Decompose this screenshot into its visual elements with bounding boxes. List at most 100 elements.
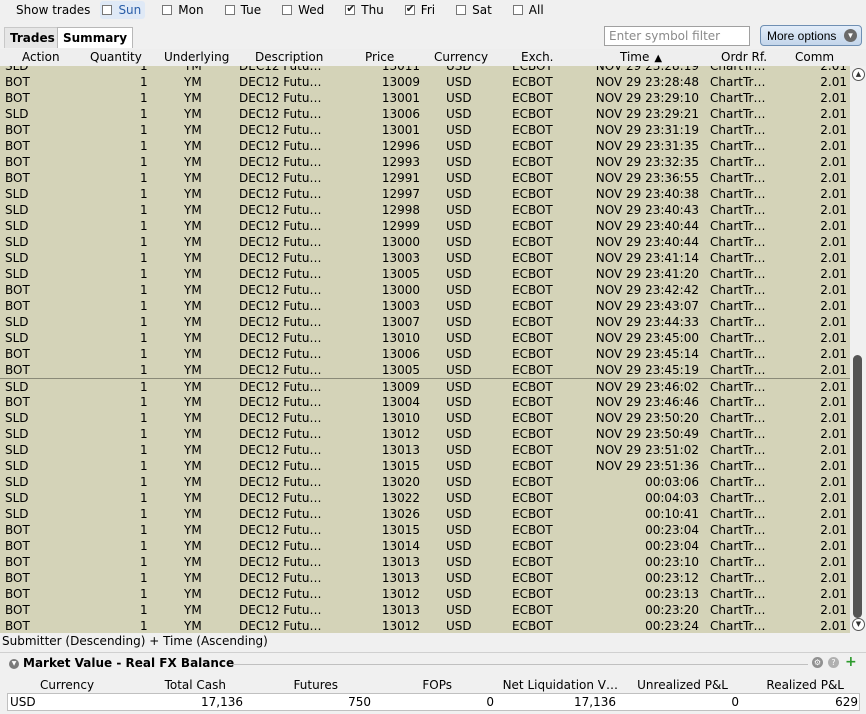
settings-icon[interactable]: ⚙ — [812, 657, 823, 668]
day-filter-fri[interactable]: Fri — [403, 1, 439, 19]
cell-quantity: 1 — [140, 363, 148, 377]
cell-time: NOV 29 23:31:35 — [595, 139, 699, 153]
cell-commission: 2.01 — [820, 267, 847, 281]
table-row[interactable]: SLD 1 YM DEC12 Futu… 12999 USD ECBOT NOV 29 23:… — [0, 218, 850, 234]
column-header-price[interactable]: Price — [365, 50, 394, 64]
cell-commission: 2.01 — [820, 491, 847, 505]
table-row[interactable]: SLD 1 YM DEC12 Futu… 13022 USD ECBOT 00:04:03 Ch… — [0, 490, 850, 506]
help-icon[interactable]: ? — [828, 657, 839, 668]
day-filter-sat[interactable]: Sat — [454, 1, 496, 19]
table-row[interactable]: SLD 1 YM DEC12 Futu… 13007 USD ECBOT NOV 29 23:… — [0, 314, 850, 330]
checkbox-tue[interactable] — [224, 5, 235, 15]
column-header-ordr-rf[interactable]: Ordr Rf. — [721, 50, 767, 64]
column-header-currency[interactable]: Currency — [434, 50, 488, 64]
cell-action: BOT — [5, 155, 30, 169]
table-row[interactable]: BOT 1 YM DEC12 Futu… 13006 USD ECBOT NOV 29 23:… — [0, 346, 850, 362]
more-options-button[interactable]: More options ▼ — [760, 25, 862, 46]
table-row[interactable]: SLD 1 YM DEC12 Futu… 13005 USD ECBOT NOV 29 23:… — [0, 266, 850, 282]
column-header-description[interactable]: Description — [255, 50, 323, 64]
cell-exchange: ECBOT — [512, 571, 553, 585]
mv-column-header[interactable]: FOPs — [422, 678, 452, 692]
table-row[interactable]: SLD 1 YM DEC12 Futu… 13011 USD ECBOT NOV 29 23:… — [0, 66, 850, 74]
table-row[interactable]: SLD 1 YM DEC12 Futu… 13000 USD ECBOT NOV 29 23:… — [0, 234, 850, 250]
cell-price: 13010 — [381, 411, 420, 425]
table-row[interactable]: BOT 1 YM DEC12 Futu… 13012 USD ECBOT 00:23:13 Ch… — [0, 586, 850, 602]
mv-column-header[interactable]: Currency — [40, 678, 94, 692]
cell-exchange: ECBOT — [512, 331, 553, 345]
scroll-thumb[interactable] — [853, 355, 862, 618]
table-row[interactable]: SLD 1 YM DEC12 Futu… 13003 USD ECBOT NOV 29 23:… — [0, 250, 850, 266]
table-row[interactable]: BOT 1 YM DEC12 Futu… 13012 USD ECBOT 00:23:24 Ch… — [0, 618, 850, 633]
market-value-row[interactable]: USD 17,136 750 0 17,136 0 629 — [7, 693, 860, 711]
cell-quantity: 1 — [140, 315, 148, 329]
table-row[interactable]: BOT 1 YM DEC12 Futu… 13015 USD ECBOT 00:23:04 Ch… — [0, 522, 850, 538]
table-row[interactable]: BOT 1 YM DEC12 Futu… 13005 USD ECBOT NOV 29 23:… — [0, 362, 850, 378]
checkbox-wed[interactable] — [282, 5, 293, 15]
mv-cell: 629 — [835, 695, 858, 709]
checkbox-sat[interactable] — [456, 5, 467, 15]
mv-column-header[interactable]: Total Cash — [165, 678, 226, 692]
collapse-icon[interactable]: ▼ — [9, 659, 19, 669]
table-row[interactable]: BOT 1 YM DEC12 Futu… 13003 USD ECBOT NOV 29 23:… — [0, 298, 850, 314]
cell-underlying: YM — [184, 587, 202, 601]
table-row[interactable]: SLD 1 YM DEC12 Futu… 12998 USD ECBOT NOV 29 23:… — [0, 202, 850, 218]
column-header-underlying[interactable]: Underlying — [164, 50, 229, 64]
table-row[interactable]: SLD 1 YM DEC12 Futu… 13009 USD ECBOT NOV 29 23:… — [0, 378, 850, 394]
scroll-down-icon[interactable]: ▼ — [852, 618, 865, 631]
day-filter-thu[interactable]: Thu — [343, 1, 388, 19]
column-header-action[interactable]: Action — [22, 50, 60, 64]
table-row[interactable]: BOT 1 YM DEC12 Futu… 13014 USD ECBOT 00:23:04 Ch… — [0, 538, 850, 554]
trades-grid: SLD 1 YM DEC12 Futu… 13011 USD ECBOT NOV 29 23:… — [0, 66, 850, 633]
column-header-exch[interactable]: Exch. — [521, 50, 554, 64]
table-row[interactable]: BOT 1 YM DEC12 Futu… 13001 USD ECBOT NOV 29 23:… — [0, 122, 850, 138]
scroll-up-icon[interactable]: ▲ — [852, 68, 865, 81]
table-row[interactable]: BOT 1 YM DEC12 Futu… 13013 USD ECBOT 00:23:20 Ch… — [0, 602, 850, 618]
mv-column-header[interactable]: Futures — [294, 678, 338, 692]
cell-price: 13005 — [381, 267, 420, 281]
day-filter-wed[interactable]: Wed — [280, 1, 328, 19]
day-filter-mon[interactable]: Mon — [160, 1, 207, 19]
mv-column-header[interactable]: Unrealized P&L — [637, 678, 728, 692]
checkbox-thu[interactable] — [345, 2, 355, 15]
table-row[interactable]: BOT 1 YM DEC12 Futu… 13013 USD ECBOT 00:23:10 Ch… — [0, 554, 850, 570]
table-row[interactable]: SLD 1 YM DEC12 Futu… 13010 USD ECBOT NOV 29 23:… — [0, 410, 850, 426]
table-row[interactable]: BOT 1 YM DEC12 Futu… 13001 USD ECBOT NOV 29 23:… — [0, 90, 850, 106]
column-header-quantity[interactable]: Quantity — [90, 50, 142, 64]
table-row[interactable]: BOT 1 YM DEC12 Futu… 12991 USD ECBOT NOV 29 23:… — [0, 170, 850, 186]
day-filter-sun[interactable]: Sun — [100, 1, 146, 19]
table-row[interactable]: BOT 1 YM DEC12 Futu… 13009 USD ECBOT NOV 29 23:… — [0, 74, 850, 90]
table-row[interactable]: SLD 1 YM DEC12 Futu… 13010 USD ECBOT NOV 29 23:… — [0, 330, 850, 346]
cell-time: NOV 29 23:51:36 — [595, 459, 699, 473]
table-row[interactable]: SLD 1 YM DEC12 Futu… 13012 USD ECBOT NOV 29 23:… — [0, 426, 850, 442]
checkbox-all[interactable] — [512, 5, 523, 15]
table-row[interactable]: SLD 1 YM DEC12 Futu… 12997 USD ECBOT NOV 29 23:… — [0, 186, 850, 202]
cell-exchange: ECBOT — [512, 443, 553, 457]
column-header-time[interactable]: Time ▲ — [620, 50, 662, 64]
table-row[interactable]: SLD 1 YM DEC12 Futu… 13013 USD ECBOT NOV 29 23:… — [0, 442, 850, 458]
table-row[interactable]: SLD 1 YM DEC12 Futu… 13020 USD ECBOT 00:03:06 Ch… — [0, 474, 850, 490]
checkbox-mon[interactable] — [162, 5, 173, 15]
cell-action: BOT — [5, 171, 30, 185]
table-row[interactable]: BOT 1 YM DEC12 Futu… 13004 USD ECBOT NOV 29 23:… — [0, 394, 850, 410]
cell-underlying: YM — [184, 283, 202, 297]
tab-summary[interactable]: Summary — [57, 27, 134, 48]
table-row[interactable]: SLD 1 YM DEC12 Futu… 13026 USD ECBOT 00:10:41 Ch… — [0, 506, 850, 522]
table-row[interactable]: SLD 1 YM DEC12 Futu… 13006 USD ECBOT NOV 29 23:… — [0, 106, 850, 122]
table-row[interactable]: BOT 1 YM DEC12 Futu… 12996 USD ECBOT NOV 29 23:… — [0, 138, 850, 154]
day-filter-all[interactable]: All — [511, 1, 548, 19]
trades-vertical-scrollbar[interactable]: ▲ ▼ — [850, 66, 866, 633]
day-filter-tue[interactable]: Tue — [223, 1, 266, 19]
checkbox-fri[interactable] — [404, 2, 415, 15]
table-row[interactable]: BOT 1 YM DEC12 Futu… 13013 USD ECBOT 00:23:12 Ch… — [0, 570, 850, 586]
mv-column-header[interactable]: Net Liquidation V… — [503, 678, 618, 692]
table-row[interactable]: SLD 1 YM DEC12 Futu… 13015 USD ECBOT NOV 29 23:… — [0, 458, 850, 474]
column-header-comm[interactable]: Comm — [795, 50, 834, 64]
add-icon[interactable]: + — [845, 655, 857, 669]
table-row[interactable]: BOT 1 YM DEC12 Futu… 12993 USD ECBOT NOV 29 23:… — [0, 154, 850, 170]
checkbox-sun[interactable] — [102, 5, 113, 15]
symbol-filter-input[interactable] — [604, 26, 750, 46]
table-row[interactable]: BOT 1 YM DEC12 Futu… 13000 USD ECBOT NOV 29 23:… — [0, 282, 850, 298]
mv-column-header[interactable]: Realized P&L — [766, 678, 844, 692]
cell-action: SLD — [5, 219, 29, 233]
tab-trades[interactable]: Trades — [4, 27, 61, 48]
